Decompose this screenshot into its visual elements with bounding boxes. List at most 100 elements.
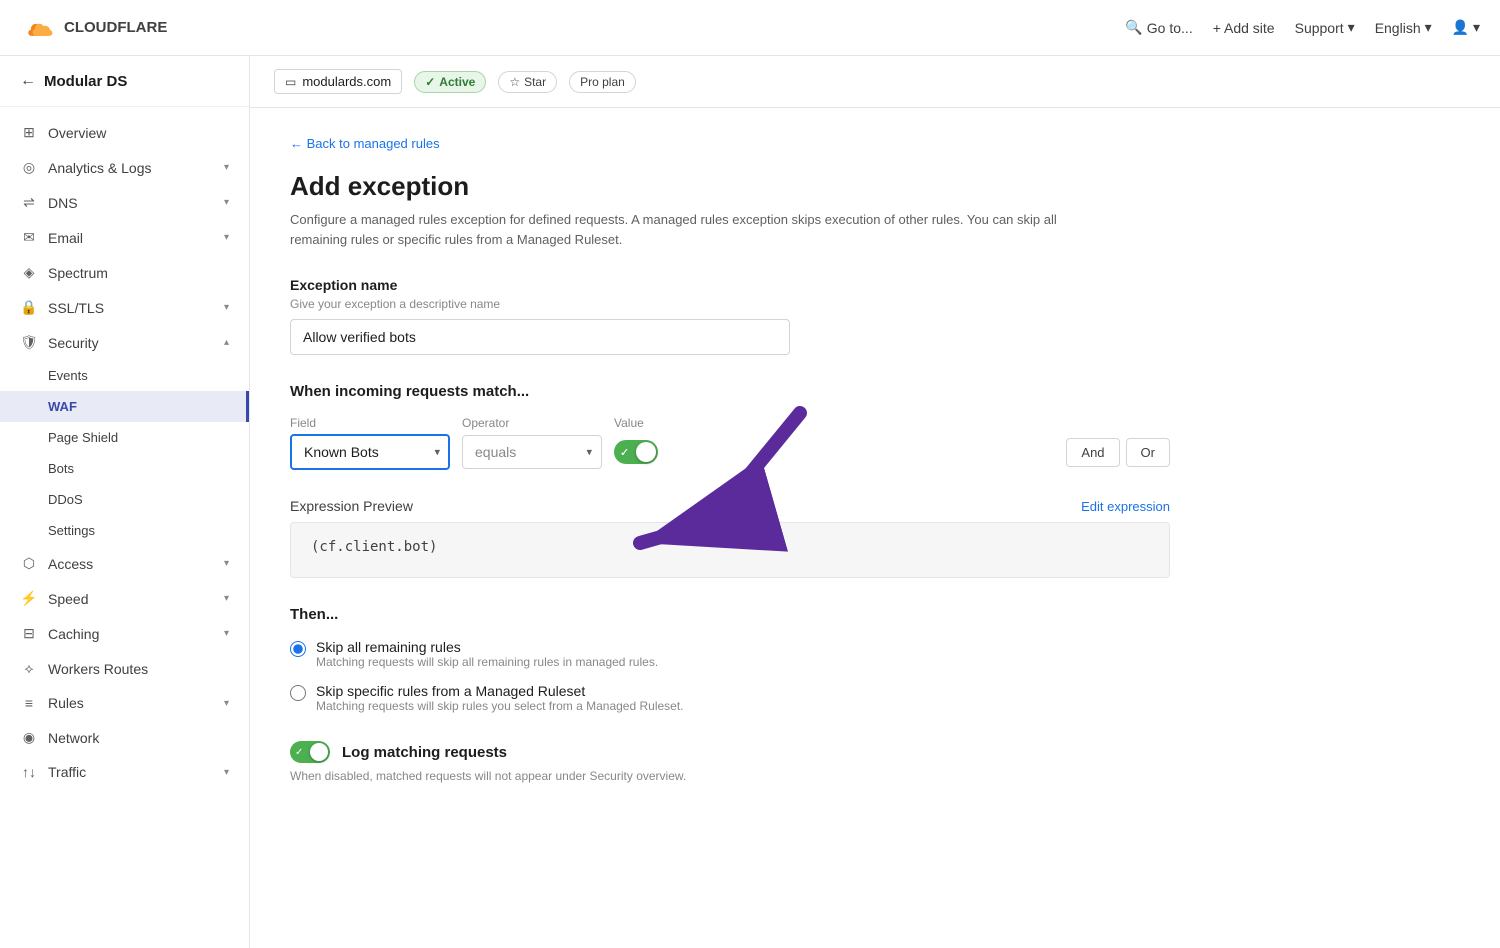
- log-row: ✓ Log matching requests: [290, 741, 1170, 763]
- rules-icon: ≡: [20, 695, 38, 711]
- chevron-down-icon: ▾: [224, 593, 229, 604]
- and-button[interactable]: And: [1066, 438, 1119, 467]
- chevron-down-icon: ▾: [224, 232, 229, 243]
- skip-specific-label: Skip specific rules from a Managed Rules…: [316, 683, 684, 699]
- star-icon: ☆: [509, 75, 520, 89]
- when-title: When incoming requests match...: [290, 383, 1170, 400]
- sidebar-back-arrow[interactable]: ←: [20, 72, 36, 90]
- sidebar-item-waf[interactable]: WAF: [0, 391, 249, 422]
- sidebar-item-label: Workers Routes: [48, 661, 148, 677]
- or-button[interactable]: Or: [1126, 438, 1170, 467]
- sidebar-item-ddos[interactable]: DDoS: [0, 484, 249, 515]
- sidebar-item-workers-routes[interactable]: ⟡ Workers Routes: [0, 651, 249, 686]
- sidebar-item-label: Email: [48, 230, 83, 246]
- skip-all-radio[interactable]: [290, 641, 306, 657]
- sidebar-item-rules[interactable]: ≡ Rules ▾: [0, 686, 249, 720]
- value-toggle[interactable]: ✓: [614, 440, 658, 464]
- ssl-icon: 🔒: [20, 299, 38, 316]
- sidebar-item-settings[interactable]: Settings: [0, 515, 249, 546]
- active-badge: ✓ Active: [414, 71, 486, 93]
- operator-select-wrap: equals not equals contains ▾: [462, 435, 602, 469]
- page-title: Add exception: [290, 171, 1170, 202]
- speed-icon: ⚡: [20, 590, 38, 607]
- field-column-header: Field: [290, 416, 450, 430]
- field-select-wrap: Known Bots IP Address Country User Agent…: [290, 434, 450, 470]
- domain-bar: ▭ modulards.com ✓ Active ☆ Star Pro plan: [250, 56, 1500, 108]
- then-title: Then...: [290, 606, 1170, 623]
- page-icon: ▭: [285, 75, 296, 89]
- top-nav-actions: 🔍 Go to... + Add site Support ▾ English …: [1125, 19, 1480, 36]
- chevron-down-icon: ▾: [1425, 19, 1432, 36]
- sidebar-item-label: Overview: [48, 125, 106, 141]
- sidebar-item-spectrum[interactable]: ◈ Spectrum: [0, 255, 249, 290]
- sidebar-navigation: ⊞ Overview ◎ Analytics & Logs ▾ ⇌ DNS ▾ …: [0, 107, 249, 797]
- skip-specific-radio[interactable]: [290, 685, 306, 701]
- chevron-down-icon: ▾: [1348, 19, 1355, 36]
- chevron-down-icon: ▾: [224, 197, 229, 208]
- sidebar-item-label: WAF: [48, 399, 77, 414]
- support-button[interactable]: Support ▾: [1295, 19, 1355, 36]
- operator-select[interactable]: equals not equals contains: [462, 435, 602, 469]
- chevron-down-icon: ▾: [224, 628, 229, 639]
- caching-icon: ⊟: [20, 625, 38, 642]
- spectrum-icon: ◈: [20, 264, 38, 281]
- sidebar-item-analytics-logs[interactable]: ◎ Analytics & Logs ▾: [0, 150, 249, 185]
- plan-badge: Pro plan: [569, 71, 636, 93]
- sidebar-item-email[interactable]: ✉ Email ▾: [0, 220, 249, 255]
- sidebar-item-speed[interactable]: ⚡ Speed ▾: [0, 581, 249, 616]
- sidebar-item-label: Rules: [48, 695, 84, 711]
- sidebar-item-network[interactable]: ◉ Network: [0, 720, 249, 755]
- sidebar-item-dns[interactable]: ⇌ DNS ▾: [0, 185, 249, 220]
- sidebar-item-label: Events: [48, 368, 88, 383]
- chevron-down-icon: ▾: [224, 162, 229, 173]
- user-menu-button[interactable]: 👤 ▾: [1452, 19, 1480, 36]
- sidebar-item-security[interactable]: 🛡 Security ▴: [0, 325, 249, 360]
- sidebar-item-label: Speed: [48, 591, 88, 607]
- logo-text: CLOUDFLARE: [64, 19, 167, 36]
- back-link[interactable]: ← Back to managed rules: [290, 136, 1170, 151]
- sidebar-item-label: DNS: [48, 195, 78, 211]
- skip-all-option: Skip all remaining rules Matching reques…: [290, 639, 1170, 669]
- field-select[interactable]: Known Bots IP Address Country User Agent: [290, 434, 450, 470]
- expression-header: Expression Preview Edit expression: [290, 498, 1170, 514]
- sidebar-item-overview[interactable]: ⊞ Overview: [0, 115, 249, 150]
- expression-section: Expression Preview Edit expression (cf.c…: [290, 498, 1170, 578]
- domain-pill[interactable]: ▭ modulards.com: [274, 69, 402, 94]
- cloudflare-logo-icon: [20, 16, 56, 40]
- sidebar-item-label: Bots: [48, 461, 74, 476]
- sidebar-item-ssl-tls[interactable]: 🔒 SSL/TLS ▾: [0, 290, 249, 325]
- sidebar-item-bots[interactable]: Bots: [0, 453, 249, 484]
- and-or-buttons: And Or: [1066, 438, 1170, 467]
- skip-all-label: Skip all remaining rules: [316, 639, 658, 655]
- exception-name-input[interactable]: [290, 319, 790, 355]
- chevron-down-icon: ▾: [224, 302, 229, 313]
- check-icon: ✓: [295, 747, 303, 758]
- analytics-icon: ◎: [20, 159, 38, 176]
- sidebar-item-caching[interactable]: ⊟ Caching ▾: [0, 616, 249, 651]
- goto-button[interactable]: 🔍 Go to...: [1125, 19, 1192, 36]
- sidebar-item-label: Access: [48, 556, 93, 572]
- skip-all-desc: Matching requests will skip all remainin…: [316, 655, 658, 669]
- sidebar-item-events[interactable]: Events: [0, 360, 249, 391]
- value-column-header: Value: [614, 416, 644, 430]
- sidebar-item-page-shield[interactable]: Page Shield: [0, 422, 249, 453]
- language-button[interactable]: English ▾: [1375, 19, 1432, 36]
- domain-name: modulards.com: [302, 74, 391, 89]
- star-button[interactable]: ☆ Star: [498, 71, 557, 93]
- sidebar-item-access[interactable]: ⬡ Access ▾: [0, 546, 249, 581]
- sidebar-item-label: SSL/TLS: [48, 300, 104, 316]
- sidebar: ← Modular DS ⊞ Overview ◎ Analytics & Lo…: [0, 56, 250, 948]
- network-icon: ◉: [20, 729, 38, 746]
- sidebar-item-label: Security: [48, 335, 99, 351]
- user-icon: 👤 ▾: [1452, 19, 1480, 36]
- sidebar-header: ← Modular DS: [0, 56, 249, 107]
- edit-expression-link[interactable]: Edit expression: [1081, 499, 1170, 514]
- check-icon: ✓: [425, 75, 435, 89]
- check-icon: ✓: [620, 446, 629, 459]
- sidebar-item-traffic[interactable]: ↑↓ Traffic ▾: [0, 755, 249, 789]
- log-toggle[interactable]: ✓: [290, 741, 330, 763]
- chevron-down-icon: ▾: [224, 767, 229, 778]
- skip-specific-option: Skip specific rules from a Managed Rules…: [290, 683, 1170, 713]
- sidebar-item-label: Analytics & Logs: [48, 160, 152, 176]
- add-site-button[interactable]: + Add site: [1213, 20, 1275, 36]
